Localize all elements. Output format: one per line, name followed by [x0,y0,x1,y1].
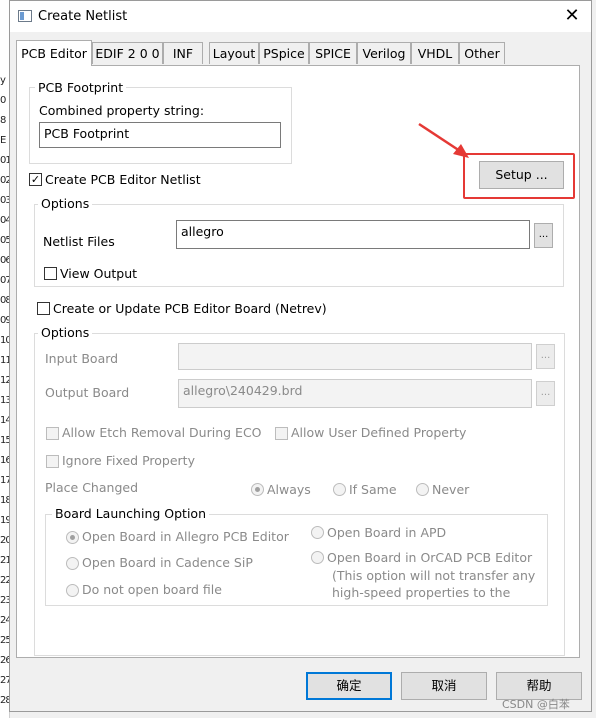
open-orcad-radio[interactable] [311,551,324,564]
create-netlist-checkbox[interactable]: ✓ [29,173,42,186]
open-sip-label: Open Board in Cadence SiP [82,555,253,570]
place-always-label: Always [267,482,311,497]
place-if-same-label: If Same [349,482,397,497]
tab-spice[interactable]: SPICE [309,42,357,64]
netlist-files-browse-button[interactable]: ... [534,223,553,248]
tab-vhdl[interactable]: VHDL [411,42,459,64]
title-bar: Create Netlist ✕ [10,1,591,32]
orcad-note-line1: (This option will not transfer any [332,568,536,583]
app-icon [18,10,32,22]
open-allegro-radio[interactable] [66,531,79,544]
board-options-title: Options [38,325,93,340]
ok-button[interactable]: 确定 [306,672,392,700]
input-board-input[interactable] [178,343,532,370]
netlist-files-label: Netlist Files [43,234,115,249]
close-icon[interactable]: ✕ [561,5,583,27]
place-always-radio[interactable] [251,483,264,496]
create-board-label: Create or Update PCB Editor Board (Netre… [53,301,327,316]
input-board-browse-button[interactable]: ... [536,344,555,369]
combined-property-input[interactable]: PCB Footprint [39,122,281,148]
allow-etch-label: Allow Etch Removal During ECO [62,425,262,440]
place-changed-label: Place Changed [45,480,138,495]
open-apd-label: Open Board in APD [327,525,447,540]
tab-inf[interactable]: INF [163,42,203,64]
tab-layout[interactable]: Layout [209,42,259,64]
place-never-label: Never [432,482,470,497]
no-open-label: Do not open board file [82,582,222,597]
open-allegro-label: Open Board in Allegro PCB Editor [82,529,289,544]
view-output-label: View Output [60,266,138,281]
watermark: CSDN @白苯 [502,698,570,711]
create-netlist-dialog: Create Netlist ✕ PCB Editor EDIF 2 0 0 I… [9,0,592,712]
ignore-fixed-label: Ignore Fixed Property [62,453,195,468]
no-open-radio[interactable] [66,584,79,597]
pcb-footprint-group-title: PCB Footprint [35,80,127,95]
tab-verilog[interactable]: Verilog [357,42,411,64]
setup-button[interactable]: Setup ... [479,161,564,189]
create-board-checkbox[interactable] [37,302,50,315]
netlist-options-title: Options [38,196,93,211]
output-board-browse-button[interactable]: ... [536,381,555,406]
allow-user-property-checkbox[interactable] [275,427,288,440]
place-never-radio[interactable] [416,483,429,496]
combined-property-label: Combined property string: [39,103,205,118]
open-apd-radio[interactable] [311,526,324,539]
cancel-button[interactable]: 取消 [401,672,487,700]
tab-pspice[interactable]: PSpice [259,42,309,64]
tab-edif[interactable]: EDIF 2 0 0 [92,42,163,64]
allow-etch-checkbox[interactable] [46,427,59,440]
tab-other[interactable]: Other [459,42,505,64]
tab-pcb-editor[interactable]: PCB Editor [16,40,92,66]
place-if-same-radio[interactable] [333,483,346,496]
create-netlist-label: Create PCB Editor Netlist [45,172,201,187]
open-orcad-label: Open Board in OrCAD PCB Editor [327,550,533,565]
output-board-input[interactable]: allegro\240429.brd [178,379,532,408]
output-board-label: Output Board [45,385,130,400]
view-output-checkbox[interactable] [44,267,57,280]
window-title: Create Netlist [38,9,128,24]
ignore-fixed-checkbox[interactable] [46,455,59,468]
tab-panel-pcb-editor: PCB Footprint Combined property string: … [16,65,580,658]
orcad-note-line2: high-speed properties to the [332,585,511,600]
board-launch-title: Board Launching Option [52,506,209,521]
open-sip-radio[interactable] [66,557,79,570]
allow-user-property-label: Allow User Defined Property [291,425,467,440]
input-board-label: Input Board [45,351,119,366]
netlist-files-input[interactable]: allegro [176,220,530,249]
